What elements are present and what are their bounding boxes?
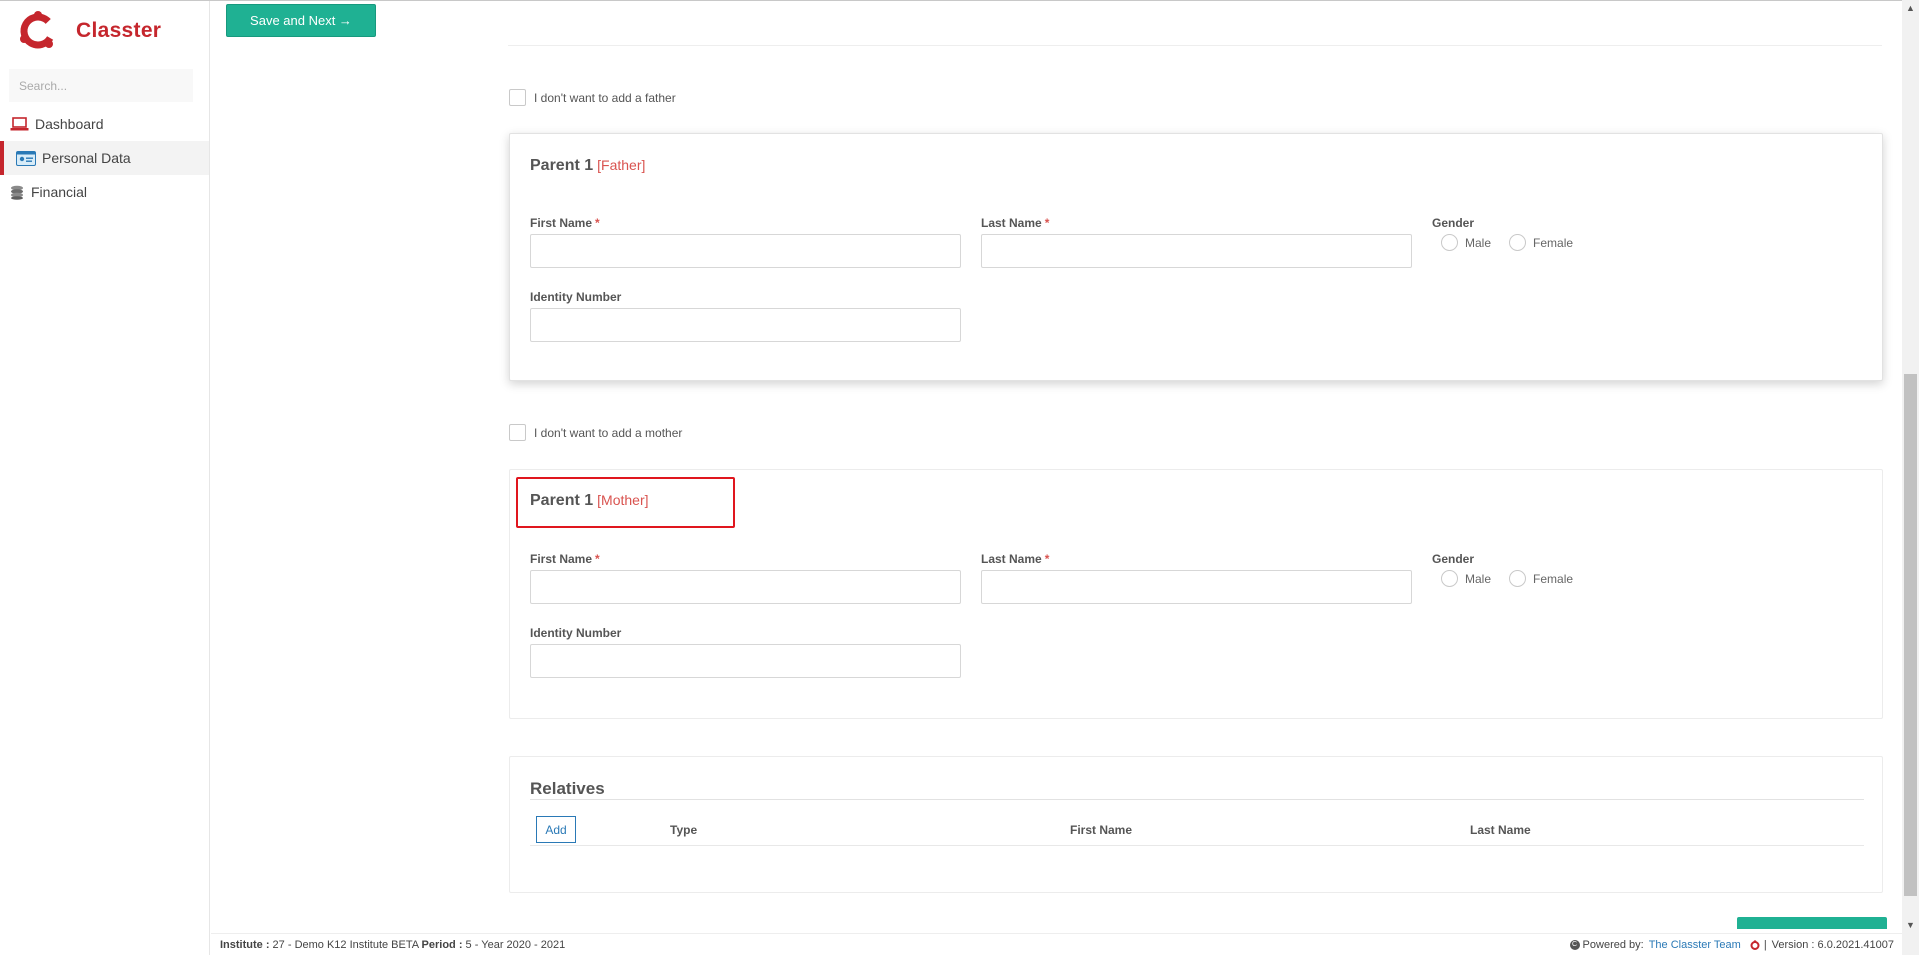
- relatives-card: Relatives Add Type First Name Last Name: [509, 756, 1883, 893]
- footer-context: Institute : 27 - Demo K12 Institute BETA…: [220, 939, 566, 951]
- institute-value: 27 - Demo K12 Institute BETA: [269, 939, 422, 951]
- father-card: Parent 1 [Father] First Name * Last Name * …: [509, 133, 1883, 381]
- mother-last-name-label: Last Name *: [981, 552, 1050, 566]
- coins-icon: [9, 183, 25, 201]
- mother-identity-input[interactable]: [530, 644, 961, 678]
- sidebar-item-personal-data[interactable]: Personal Data: [0, 141, 209, 175]
- brand-logo[interactable]: Classter: [18, 11, 161, 51]
- sidebar-item-dashboard[interactable]: Dashboard: [0, 107, 209, 141]
- father-last-name-input[interactable]: [981, 234, 1412, 268]
- father-gender-label: Gender: [1432, 216, 1475, 230]
- sidebar-item-label: Financial: [31, 184, 88, 200]
- father-first-name-input[interactable]: [530, 234, 961, 268]
- version-text: Version : 6.0.2021.41007: [1771, 939, 1894, 951]
- no-father-option[interactable]: I don't want to add a father: [509, 89, 676, 106]
- mother-gender-male-radio[interactable]: [1441, 570, 1458, 587]
- sidebar-nav: Dashboard Personal Data Financial: [0, 107, 209, 209]
- scroll-up-arrow-icon[interactable]: ▲: [1904, 2, 1917, 15]
- brand-name: Classter: [76, 19, 162, 42]
- relatives-header-divider: [530, 845, 1864, 846]
- mother-gender-female-radio[interactable]: [1509, 570, 1527, 587]
- period-value: 5 - Year 2020 - 2021: [462, 939, 566, 951]
- save-and-next-bottom-button[interactable]: [1737, 917, 1887, 929]
- sidebar: Classter Dashboard Personal Data Financi…: [0, 1, 210, 955]
- mother-identity-label: Identity Number: [530, 626, 622, 640]
- father-first-name-label: First Name *: [530, 216, 600, 230]
- top-border: [0, 0, 1919, 1]
- scroll-down-arrow-icon[interactable]: ▼: [1904, 919, 1917, 932]
- copyright-icon: C: [1569, 940, 1580, 950]
- father-last-name-label: Last Name *: [981, 216, 1050, 230]
- scrollbar-thumb[interactable]: [1904, 374, 1917, 896]
- sidebar-item-label: Personal Data: [42, 150, 131, 166]
- column-header-last-name[interactable]: Last Name: [1470, 823, 1531, 837]
- sidebar-item-label: Dashboard: [35, 116, 104, 132]
- father-identity-input[interactable]: [530, 308, 961, 342]
- classter-logo-icon: [20, 11, 56, 49]
- no-mother-option[interactable]: I don't want to add a mother: [509, 424, 682, 441]
- father-tag: [Father]: [597, 157, 646, 173]
- mother-first-name-input[interactable]: [530, 570, 961, 604]
- no-mother-label: I don't want to add a mother: [534, 425, 683, 440]
- no-father-checkbox[interactable]: [509, 89, 526, 106]
- mother-title-highlight: [516, 477, 735, 528]
- save-and-next-button[interactable]: Save and Next →: [226, 4, 376, 37]
- relatives-title: Relatives: [530, 779, 605, 798]
- footer-credits: C Powered by: The Classter Team | Versio…: [1569, 939, 1894, 951]
- father-gender-male-radio[interactable]: [1441, 234, 1458, 251]
- sidebar-item-financial[interactable]: Financial: [0, 175, 209, 209]
- footer: Institute : 27 - Demo K12 Institute BETA…: [211, 933, 1902, 955]
- section-divider: [508, 45, 1882, 46]
- no-father-label: I don't want to add a father: [534, 90, 676, 105]
- id-card-icon: [16, 149, 36, 167]
- relatives-divider: [530, 799, 1864, 800]
- father-card-title: Parent 1 [Father]: [530, 157, 646, 174]
- column-header-type[interactable]: Type: [670, 823, 697, 837]
- classter-mini-logo-icon: [1750, 939, 1760, 950]
- classter-team-link[interactable]: The Classter Team: [1649, 939, 1741, 951]
- mother-gender-label: Gender: [1432, 552, 1475, 566]
- father-gender-female-radio[interactable]: [1509, 234, 1527, 251]
- mother-first-name-label: First Name *: [530, 552, 600, 566]
- add-relative-button[interactable]: Add: [536, 816, 576, 843]
- laptop-icon: [9, 115, 29, 133]
- no-mother-checkbox[interactable]: [509, 424, 526, 441]
- father-gender-options: Male Female: [1441, 234, 1591, 251]
- mother-last-name-input[interactable]: [981, 570, 1412, 604]
- column-header-first-name[interactable]: First Name: [1070, 823, 1132, 837]
- father-identity-label: Identity Number: [530, 290, 622, 304]
- mother-gender-options: Male Female: [1441, 570, 1591, 587]
- sidebar-search-input[interactable]: [9, 69, 193, 102]
